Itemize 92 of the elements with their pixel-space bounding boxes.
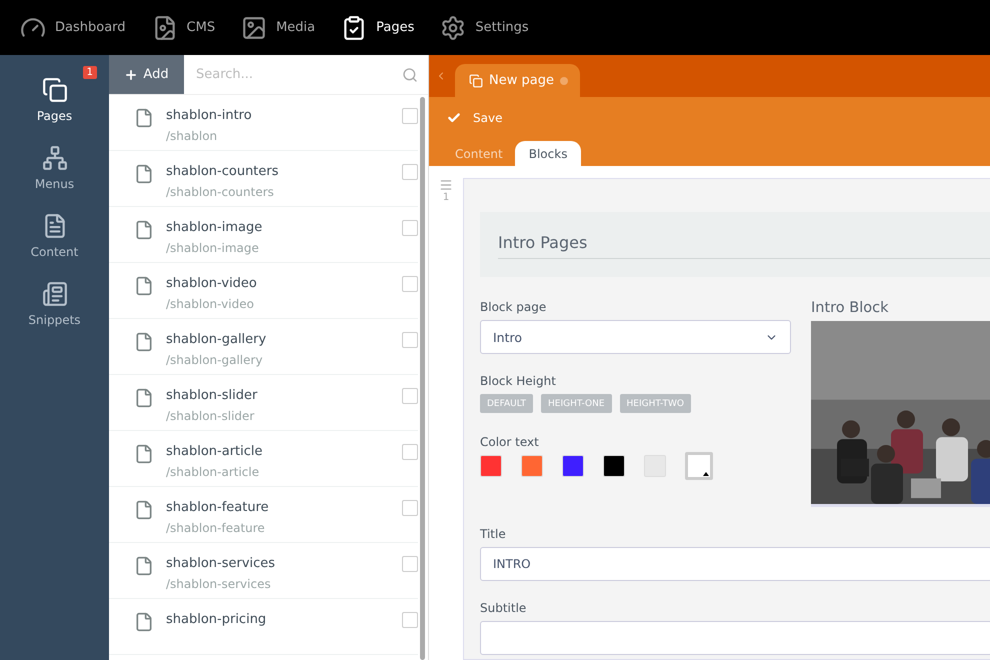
checkbox[interactable] xyxy=(402,556,418,572)
block-page-select[interactable]: Intro xyxy=(480,320,791,354)
plus-icon xyxy=(124,68,138,82)
image-icon xyxy=(241,14,268,40)
page-name: shablon-image xyxy=(166,220,264,235)
checkbox[interactable] xyxy=(402,332,418,348)
file-icon xyxy=(134,612,154,632)
page-list-item[interactable]: shablon-counters /shablon-counters xyxy=(109,151,418,207)
page-path: /shablon xyxy=(166,129,218,143)
page-path: /shablon-counters xyxy=(166,185,275,199)
nav-item[interactable]: Settings xyxy=(440,14,529,40)
file-icon xyxy=(134,444,154,464)
page-list-item[interactable]: shablon-services /shablon-services xyxy=(109,543,418,599)
sidebar-item[interactable]: Snippets xyxy=(0,269,109,327)
pages-icon xyxy=(469,74,483,88)
page-path: /shablon-feature xyxy=(166,521,266,535)
page-name: shablon-gallery xyxy=(166,332,268,347)
subtitle-input[interactable] xyxy=(480,621,990,655)
block-heading: Intro Pages xyxy=(498,233,990,259)
color-swatch[interactable] xyxy=(521,455,543,477)
sidebar-label: Menus xyxy=(34,177,74,191)
checkbox[interactable] xyxy=(402,108,418,124)
sitemap-icon xyxy=(42,145,68,171)
file-icon xyxy=(134,276,154,296)
page-name: shablon-pricing xyxy=(166,612,268,627)
page-list-item[interactable]: shablon-image /shablon-image xyxy=(109,207,418,263)
page-list-item[interactable]: shablon-gallery /shablon-gallery xyxy=(109,319,418,375)
page-list-item[interactable]: shablon-feature /shablon-feature xyxy=(109,487,418,543)
page-list-item[interactable]: shablon-pricing xyxy=(109,599,418,655)
file-icon xyxy=(134,388,154,408)
scrollbar[interactable] xyxy=(420,97,425,660)
title-input[interactable]: INTRO xyxy=(480,547,990,581)
checkbox[interactable] xyxy=(402,276,418,292)
page-path: /shablon-gallery xyxy=(166,353,264,367)
preview-title: Intro Block xyxy=(811,300,890,316)
add-button[interactable]: Add xyxy=(109,55,184,94)
field-label: Title xyxy=(480,527,507,541)
file-icon xyxy=(134,220,154,240)
color-swatch[interactable] xyxy=(562,455,584,477)
color-swatch[interactable] xyxy=(480,455,502,477)
page-name: shablon-feature xyxy=(166,500,270,515)
file-icon xyxy=(134,556,154,576)
sidebar-label: Content xyxy=(30,245,78,259)
page-name: shablon-counters xyxy=(166,164,280,179)
file-icon xyxy=(134,332,154,352)
color-swatch[interactable] xyxy=(685,452,713,480)
nav-item[interactable]: Media xyxy=(241,14,316,40)
page-path: /shablon-image xyxy=(166,241,260,255)
checkbox[interactable] xyxy=(402,388,418,404)
tab[interactable]: Blocks xyxy=(514,141,582,166)
checkbox[interactable] xyxy=(402,612,418,628)
page-path: /shablon-services xyxy=(166,577,272,591)
field-label: Subtitle xyxy=(480,601,528,615)
page-list-item[interactable]: shablon-video /shablon-video xyxy=(109,263,418,319)
page-path: /shablon-slider xyxy=(166,409,256,423)
file-icon xyxy=(134,164,154,184)
checkbox[interactable] xyxy=(402,500,418,516)
field-label: Block page xyxy=(480,300,548,314)
nav-item[interactable]: Dashboard xyxy=(20,14,126,40)
check-icon xyxy=(447,111,461,125)
page-name: shablon-slider xyxy=(166,388,258,403)
checkbox[interactable] xyxy=(402,220,418,236)
field-label: Block Height xyxy=(480,374,557,388)
page-list-item[interactable]: shablon-article /shablon-article xyxy=(109,431,418,487)
page-list-item[interactable]: shablon-slider /shablon-slider xyxy=(109,375,418,431)
search-icon xyxy=(402,66,418,82)
field-label: Color text xyxy=(480,435,540,449)
checkbox[interactable] xyxy=(402,164,418,180)
page-name: shablon-services xyxy=(166,556,276,571)
page-name: shablon-intro xyxy=(166,108,253,123)
checkbox[interactable] xyxy=(402,444,418,460)
page-path: /shablon-video xyxy=(166,297,255,311)
newspaper-icon xyxy=(42,281,68,307)
page-name: shablon-article xyxy=(166,444,264,459)
sidebar-label: Pages xyxy=(36,109,72,123)
block-number: 1 xyxy=(442,192,450,203)
pages-icon xyxy=(42,77,68,103)
gear-icon xyxy=(440,14,466,40)
color-swatch[interactable] xyxy=(603,455,625,477)
page-name: shablon-video xyxy=(166,276,258,291)
page-list-item[interactable]: shablon-intro /shablon xyxy=(109,95,418,151)
page-path: /shablon-article xyxy=(166,465,260,479)
sidebar-item[interactable]: 1 Pages xyxy=(0,65,109,123)
sidebar-item[interactable]: Menus xyxy=(0,133,109,191)
notification-badge: 1 xyxy=(82,66,97,79)
sidebar-label: Snippets xyxy=(28,313,81,327)
drag-handle-icon[interactable] xyxy=(439,178,453,192)
nav-item[interactable]: CMS xyxy=(152,14,216,40)
sidebar-item[interactable]: Content xyxy=(0,201,109,259)
file-icon xyxy=(134,500,154,520)
file-icon xyxy=(134,108,154,128)
nav-item[interactable]: Pages xyxy=(341,14,414,40)
